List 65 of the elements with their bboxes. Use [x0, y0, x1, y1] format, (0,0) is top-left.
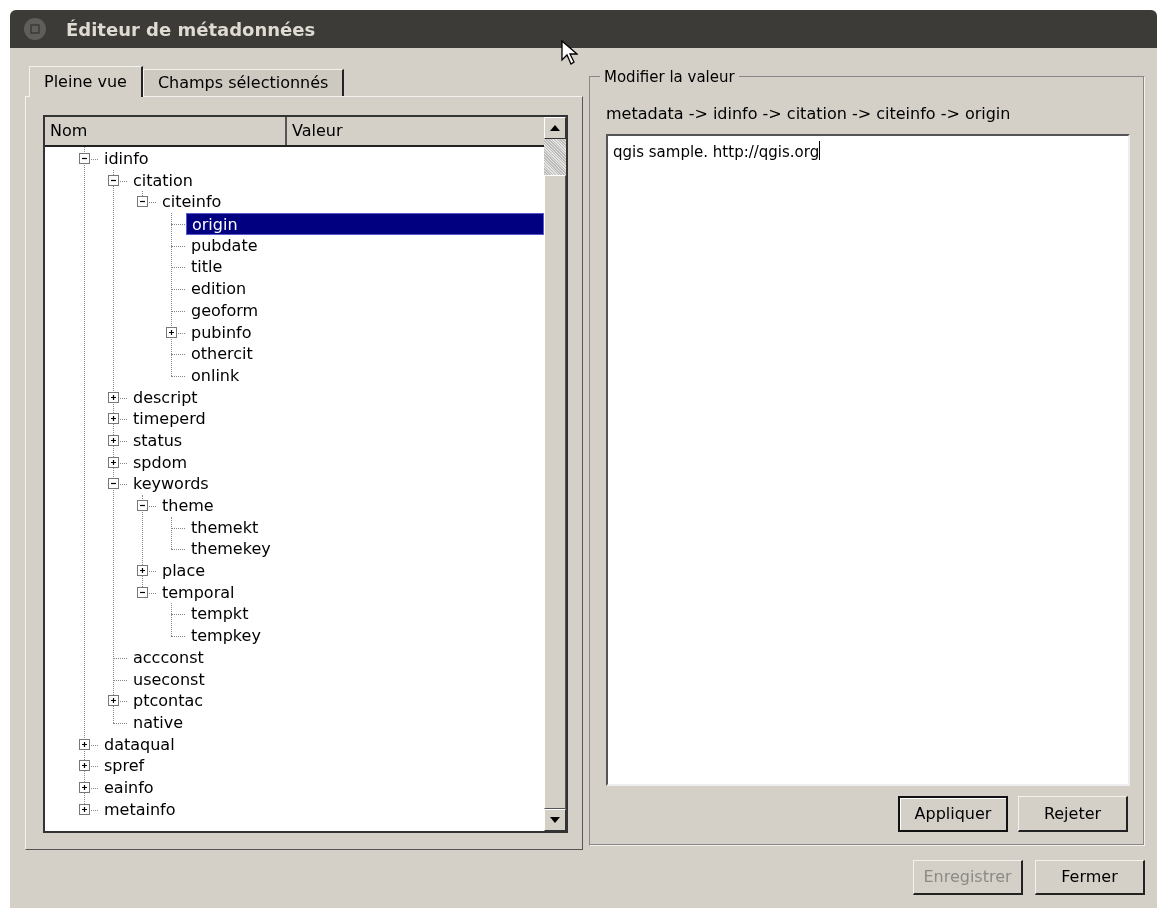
tree-item[interactable]: spref [99, 755, 544, 777]
mouse-cursor-icon [561, 40, 578, 66]
tree-item[interactable]: onlink [186, 364, 544, 387]
column-header[interactable]: Nom [45, 117, 287, 145]
tree-item[interactable]: ptcontac [128, 690, 544, 712]
tree-item[interactable]: timeperd [128, 408, 544, 430]
value-text: qgis sample. http://qgis.org [613, 142, 820, 163]
tree-item[interactable]: eainfo [99, 776, 544, 799]
tree-item[interactable]: themekey [186, 538, 544, 561]
collapse-icon[interactable] [137, 196, 148, 208]
collapse-icon[interactable] [79, 153, 90, 164]
up-arrow-icon [550, 125, 560, 131]
tree-item[interactable]: tempkey [186, 625, 544, 647]
collapse-icon[interactable] [108, 478, 119, 490]
tree-item[interactable]: accconst [128, 646, 544, 669]
expand-icon[interactable] [108, 413, 119, 425]
tree-item[interactable]: descript [128, 386, 544, 409]
tab[interactable]: Pleine vue [29, 66, 143, 97]
button[interactable]: Rejeter [1018, 796, 1128, 832]
collapse-icon[interactable] [137, 586, 148, 598]
expand-icon[interactable] [166, 326, 177, 338]
tree-item[interactable]: status [128, 429, 544, 452]
collapse-icon[interactable] [108, 174, 119, 186]
tree-item[interactable]: title [186, 256, 544, 279]
tree-item[interactable]: themekt [186, 516, 544, 539]
tree-item[interactable]: place [157, 560, 544, 582]
expand-icon[interactable] [79, 781, 90, 793]
tree-item[interactable]: pubdate [186, 234, 544, 257]
expand-icon[interactable] [137, 565, 148, 577]
tree-item[interactable]: citation [128, 169, 544, 192]
tree-item[interactable]: pubinfo [186, 321, 544, 344]
expand-icon[interactable] [79, 738, 90, 750]
expand-icon[interactable] [108, 695, 119, 707]
value-text-area[interactable]: qgis sample. http://qgis.org [606, 134, 1130, 786]
column-header[interactable]: Valeur [287, 117, 544, 145]
tree-item[interactable]: temporal [157, 581, 544, 604]
expand-icon[interactable] [108, 434, 119, 446]
button[interactable]: Appliquer [898, 796, 1008, 832]
expand-icon[interactable] [108, 391, 119, 403]
expand-icon[interactable] [79, 760, 90, 772]
tree-item[interactable]: othercit [186, 343, 544, 365]
tree-item[interactable]: metainfo [99, 798, 544, 821]
tree-item[interactable]: spdom [128, 451, 544, 474]
tree-item[interactable]: idinfo [99, 148, 544, 170]
tree-item[interactable]: geoform [186, 299, 544, 322]
tree-item[interactable]: origin [186, 213, 544, 235]
window-menu-icon [30, 24, 40, 34]
tree-item[interactable]: tempkt [186, 603, 544, 626]
path-label: metadata -> idinfo -> citation -> citeinfo -> origin [606, 103, 1012, 125]
tree-item[interactable]: dataqual [99, 733, 544, 756]
tree-item[interactable]: keywords [128, 473, 544, 495]
tree-item[interactable]: useconst [128, 668, 544, 691]
tree-item[interactable]: edition [186, 278, 544, 300]
tree-item[interactable]: citeinfo [157, 191, 544, 214]
expand-icon[interactable] [79, 803, 90, 815]
tree-item[interactable]: theme [157, 495, 544, 517]
collapse-icon[interactable] [137, 500, 148, 511]
button[interactable]: Fermer [1035, 860, 1145, 895]
scroll-down-button[interactable] [544, 809, 566, 831]
scroll-up-button[interactable] [544, 117, 566, 139]
tree-item[interactable]: native [128, 711, 544, 734]
tab[interactable]: Champs sélectionnés [142, 69, 345, 96]
expand-icon[interactable] [108, 456, 119, 468]
down-arrow-icon [550, 817, 560, 823]
window-title: Éditeur de métadonnées [66, 17, 316, 42]
